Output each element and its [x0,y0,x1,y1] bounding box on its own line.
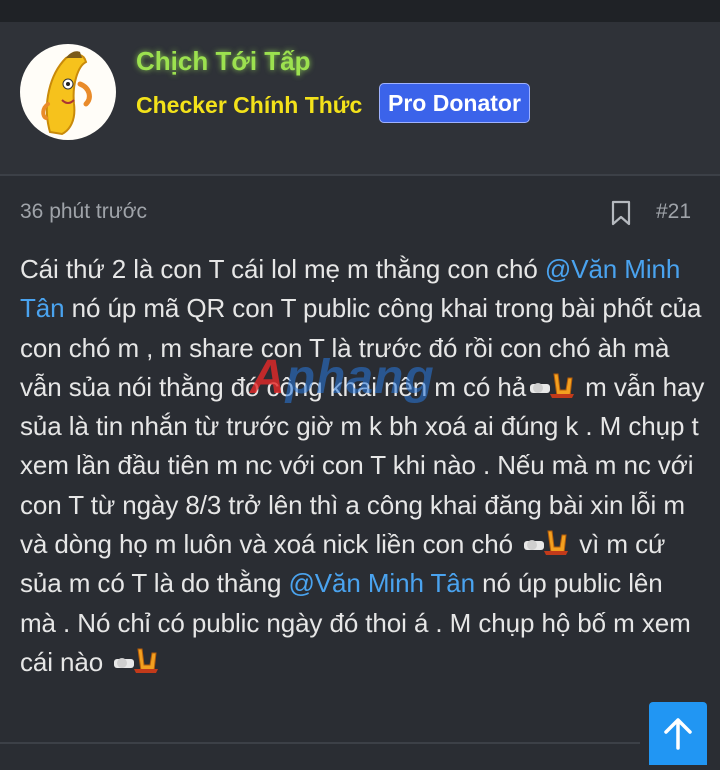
mention-link[interactable]: @Văn Minh Tân [288,568,475,598]
post-number-link[interactable]: #21 [656,200,691,224]
user-title: Checker Chính Thức [136,92,363,118]
divider [0,742,640,744]
scroll-to-top-button[interactable] [649,702,707,765]
username[interactable]: Chịch Tới Tấp [136,46,310,77]
emoji-sticker-icon [110,645,162,675]
post-body: Cái thứ 2 là con T cái lol mẹ m thằng co… [20,250,705,682]
banana-avatar-icon [41,51,92,136]
watermark-initial: A [250,351,286,404]
site-watermark: Aphang [250,350,435,405]
avatar[interactable] [20,44,116,140]
emoji-sticker-icon [526,370,578,400]
watermark-rest: phang [285,351,435,404]
post-timestamp[interactable]: 36 phút trước [20,200,147,224]
top-bar [0,0,720,22]
arrow-up-icon [664,718,692,750]
post-text: Cái thứ 2 là con T cái lol mẹ m thằng co… [20,254,545,284]
post-author-panel: Chịch Tới Tấp Checker Chính Thức Pro Don… [0,22,720,174]
emoji-sticker-icon [520,527,572,557]
divider [0,174,720,176]
bookmark-icon[interactable] [610,200,632,226]
donator-badge: Pro Donator [379,83,530,123]
